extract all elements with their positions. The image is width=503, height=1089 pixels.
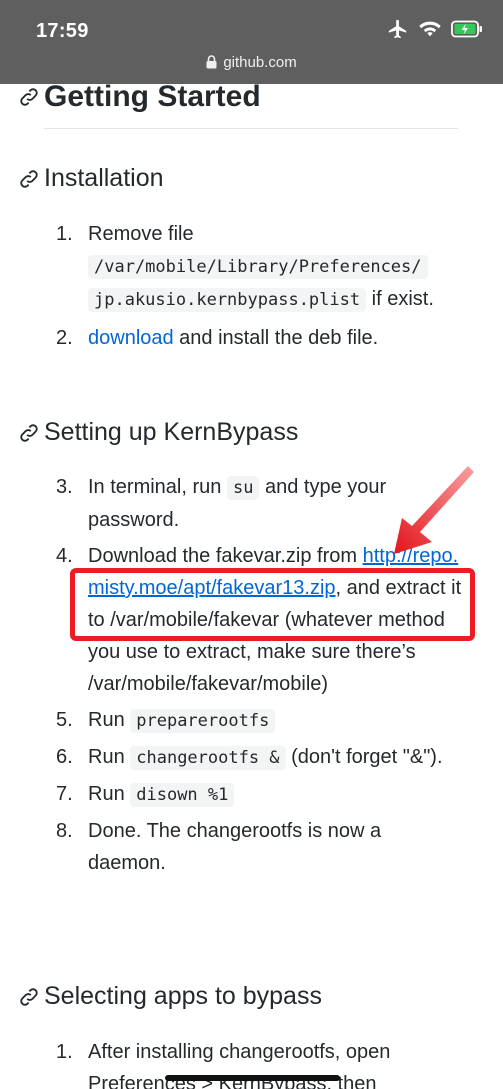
link-anchor-icon[interactable] — [18, 986, 40, 1008]
list-item: 7. Run disown %1 — [0, 778, 503, 811]
heading-text: Setting up KernBypass — [44, 418, 299, 446]
list-item: 6. Run changerootfs & (don't forget "&")… — [56, 746, 443, 770]
code-su: su — [226, 476, 260, 500]
code-preparerootfs: preparerootfs — [130, 709, 276, 733]
heading-selecting-apps: Selecting apps to bypass — [18, 982, 322, 1011]
list-item: 1. Remove file /var/mobile/Library/Prefe… — [56, 223, 434, 312]
airplane-icon — [388, 19, 407, 39]
link-anchor-icon[interactable] — [18, 86, 40, 108]
code-disown: disown %1 — [130, 783, 235, 807]
status-time: 17:59 — [36, 20, 89, 42]
heading-text: Selecting apps to bypass — [44, 982, 322, 1010]
list-item: 2. download and install the deb file. — [56, 327, 379, 349]
heading-setting-up: Setting up KernBypass — [18, 418, 298, 447]
link-anchor-icon[interactable] — [18, 422, 40, 444]
battery-charging-icon — [451, 20, 482, 38]
link-anchor-icon[interactable] — [18, 168, 40, 190]
status-bar: 17:59 github.com — [0, 0, 503, 84]
status-icons — [387, 18, 483, 40]
list-item: 8. Done. The changerootfs is now a daemo… — [56, 820, 382, 874]
wifi-icon — [419, 21, 441, 37]
code-path: /var/mobile/Library/Preferences/ — [88, 255, 428, 279]
code-changerootfs: changerootfs & — [130, 746, 286, 770]
heading-text: Installation — [44, 164, 164, 192]
heading-getting-started: Getting Started — [18, 80, 261, 114]
lock-icon — [206, 55, 217, 69]
installation-list: 1. Remove file /var/mobile/Library/Prefe… — [0, 218, 503, 354]
home-indicator[interactable] — [165, 1075, 340, 1081]
list-item: 5. Run preparerootfs — [0, 704, 503, 737]
heading-installation: Installation — [18, 164, 164, 193]
code-file: jp.akusio.kernbypass.plist — [88, 288, 367, 312]
heading-divider — [44, 128, 458, 129]
selecting-list: 1. After installing changerootfs, open P… — [0, 1036, 503, 1089]
highlight-box — [70, 568, 475, 641]
url-bar[interactable]: github.com — [0, 54, 503, 71]
download-link[interactable]: download — [88, 327, 174, 349]
heading-text: Getting Started — [44, 80, 261, 113]
annotation-arrow-icon — [394, 466, 474, 554]
url-text: github.com — [223, 54, 297, 71]
list-item: 1. After installing changerootfs, open P… — [56, 1041, 391, 1089]
